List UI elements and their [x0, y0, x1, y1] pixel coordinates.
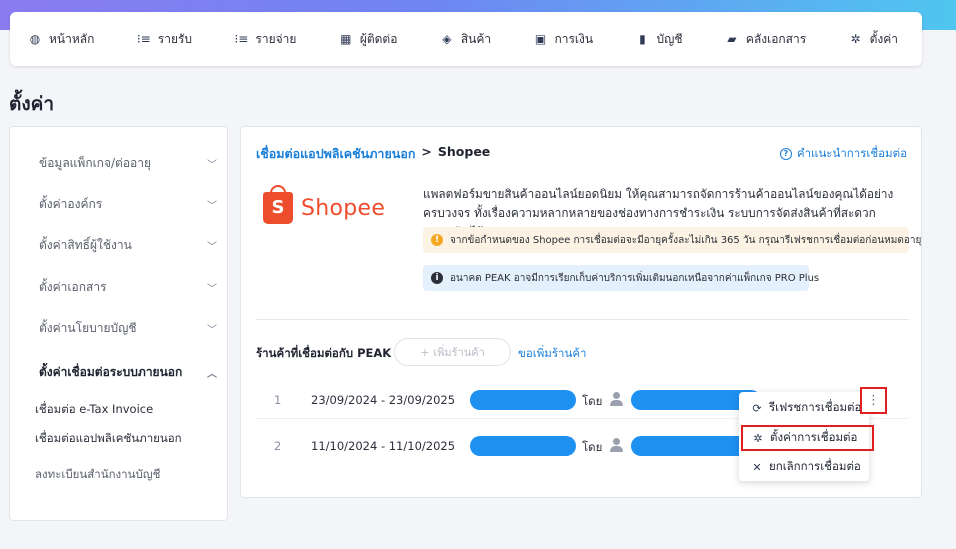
- row-number: 2: [274, 439, 282, 453]
- nav-settings[interactable]: ✲ ตั้งค่า: [849, 30, 898, 49]
- nav-contacts[interactable]: ▦ ผู้ติดต่อ: [339, 30, 397, 49]
- chevron-down-icon: ﹀: [207, 324, 217, 336]
- warning-icon: !: [431, 234, 443, 246]
- nav-home[interactable]: ◍ หน้าหลัก: [28, 30, 95, 49]
- folder-icon: ▰: [727, 32, 737, 46]
- nav-products[interactable]: ◈ สินค้า: [440, 30, 491, 49]
- page-title: ตั้งค่า: [9, 93, 54, 115]
- breadcrumb-separator: >: [421, 144, 432, 159]
- kebab-icon: ⋮: [867, 393, 880, 408]
- row-date-range: 23/09/2024 - 23/09/2025: [311, 393, 456, 407]
- product-box-icon: ◈: [442, 32, 452, 46]
- fee-info-notice: i อนาคต PEAK อาจมีการเรียกเก็บค่าบริการเ…: [423, 265, 819, 291]
- info-icon: i: [431, 272, 443, 284]
- help-circle-icon: ?: [779, 148, 792, 160]
- chevron-down-icon: ﹀: [207, 200, 217, 212]
- cancel-connection-item[interactable]: ✕ ยกเลิกการเชื่อมต่อ: [739, 454, 869, 480]
- row-action-menu: ⟳ รีเฟรชการเชื่อมต่อ ✲ ตั้งค่าการเชื่อมต…: [739, 392, 874, 481]
- sidebar-item-organization[interactable]: ตั้งค่าองค์กร ﹀: [39, 194, 217, 214]
- breadcrumb-parent-link[interactable]: เชื่อมต่อแอปพลิเคชันภายนอก: [256, 144, 415, 164]
- top-nav: ◍ หน้าหลัก ⁝≡ รายรับ ⁝≡ รายจ่าย ▦ ผู้ติดต่อ …: [10, 12, 922, 66]
- sidebar-item-documents[interactable]: ตั้งค่าเอกสาร ﹀: [39, 277, 217, 297]
- refresh-connection-item[interactable]: ⟳ รีเฟรชการเชื่อมต่อ: [739, 395, 869, 421]
- connection-guide-link[interactable]: ? คำแนะนำการเชื่อมต่อ: [779, 145, 907, 163]
- shopping-bag-icon: S: [263, 185, 293, 224]
- contacts-icon: ▦: [340, 32, 352, 46]
- sidebar-subitem-accounting-office[interactable]: ลงทะเบียนสำนักงานบัญชี: [35, 466, 160, 484]
- connection-settings-item[interactable]: ✲ ตั้งค่าการเชื่อมต่อ: [741, 425, 874, 451]
- redacted-shop-name: [470, 390, 576, 410]
- breadcrumb-current: Shopee: [437, 144, 491, 159]
- shopee-logo-text: Shopee: [301, 195, 386, 221]
- nav-finance[interactable]: ▣ การเงิน: [533, 30, 593, 49]
- sidebar-subitem-external-apps[interactable]: เชื่อมต่อแอปพลิเคชันภายนอก: [35, 430, 182, 448]
- section-divider: [256, 319, 909, 320]
- redacted-shop-name: [470, 436, 576, 456]
- chevron-down-icon: ﹀: [207, 159, 217, 171]
- sidebar-item-user-permissions[interactable]: ตั้งค่าสิทธิ์ผู้ใช้งาน ﹀: [39, 235, 217, 255]
- income-list-icon: ⁝≡: [136, 32, 151, 46]
- row-options-kebab-button[interactable]: ⋮: [860, 387, 887, 414]
- sidebar-item-package[interactable]: ข้อมูลแพ็กเกจ/ต่ออายุ ﹀: [39, 153, 217, 173]
- row-number: 1: [274, 393, 282, 407]
- user-icon: [609, 437, 623, 453]
- breadcrumb: เชื่อมต่อแอปพลิเคชันภายนอก > Shopee: [256, 144, 490, 164]
- expiry-warning: ! จากข้อกำหนดของ Shopee การเชื่อมต่อจะมี…: [423, 227, 921, 253]
- user-icon: [609, 391, 623, 407]
- connected-shops-label: ร้านค้าที่เชื่อมต่อกับ PEAK: [256, 346, 392, 360]
- sidebar-item-accounting-policy[interactable]: ตั้งค่านโยบายบัญชี ﹀: [39, 318, 217, 338]
- settings-sidebar: ข้อมูลแพ็กเกจ/ต่ออายุ ﹀ ตั้งค่าองค์กร ﹀ ตั…: [9, 126, 228, 521]
- chevron-down-icon: ﹀: [207, 241, 217, 253]
- row-by-label: โดย: [582, 440, 603, 454]
- add-shop-button[interactable]: + เพิ่มร้านค้า: [394, 338, 511, 366]
- nav-accounts[interactable]: ▮ บัญชี: [635, 30, 682, 49]
- nav-documents[interactable]: ▰ คลังเอกสาร: [725, 30, 806, 49]
- nav-income[interactable]: ⁝≡ รายรับ: [137, 30, 192, 49]
- row-date-range: 11/10/2024 - 11/10/2025: [311, 439, 456, 453]
- chevron-down-icon: ﹀: [207, 283, 217, 295]
- dashboard-icon: ◍: [29, 32, 41, 46]
- expense-list-icon: ⁝≡: [234, 32, 249, 46]
- gear-icon: ✲: [850, 32, 861, 46]
- refresh-icon: ⟳: [752, 401, 762, 415]
- sidebar-item-external-connections[interactable]: ตั้งค่าเชื่อมต่อระบบภายนอก ︿: [39, 362, 217, 382]
- plus-icon: +: [420, 345, 430, 359]
- chevron-up-icon: ︿: [207, 368, 217, 380]
- close-icon: ✕: [752, 460, 762, 474]
- shopee-logo: S Shopee: [263, 185, 386, 224]
- ledger-book-icon: ▮: [639, 32, 646, 46]
- sidebar-subitem-etax[interactable]: เชื่อมต่อ e-Tax Invoice: [35, 401, 153, 419]
- nav-expense[interactable]: ⁝≡ รายจ่าย: [234, 30, 296, 49]
- row-by-label: โดย: [582, 394, 603, 408]
- gear-icon: ✲: [753, 431, 763, 445]
- money-icon: ▣: [534, 32, 547, 46]
- request-shop-link[interactable]: ขอเพิ่มร้านค้า: [518, 345, 587, 363]
